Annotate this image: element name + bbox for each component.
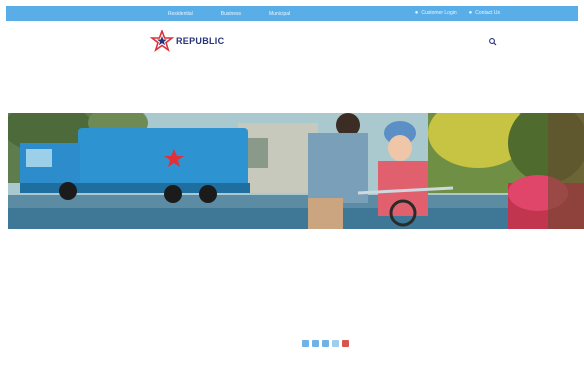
- logo-wordmark: REPUBLIC: [176, 36, 225, 46]
- search-button[interactable]: [487, 35, 499, 47]
- carousel-indicators: [302, 340, 349, 347]
- utility-links: ● Customer Login ● Contact Us: [415, 10, 500, 16]
- carousel-dot[interactable]: [312, 340, 319, 347]
- carousel-dot-active[interactable]: [342, 340, 349, 347]
- star-logo-icon: [150, 30, 174, 52]
- carousel-dot[interactable]: [302, 340, 309, 347]
- contact-us-label: Contact Us: [475, 10, 500, 16]
- contact-us-link[interactable]: ● Contact Us: [469, 10, 500, 16]
- user-icon: ●: [468, 10, 473, 16]
- nav-link-business[interactable]: Business: [221, 11, 241, 17]
- customer-login-link[interactable]: ● Customer Login: [415, 10, 457, 16]
- nav-link-residential[interactable]: Residential: [168, 11, 193, 17]
- lock-icon: ●: [414, 10, 419, 16]
- page: Residential Business Municipal ● Custome…: [0, 0, 584, 374]
- carousel-dot[interactable]: [322, 340, 329, 347]
- primary-nav: Residential Business Municipal: [168, 11, 290, 17]
- republic-logo[interactable]: REPUBLIC: [150, 30, 224, 52]
- search-icon: [489, 38, 497, 46]
- hero-banner-image: [8, 113, 584, 229]
- carousel-dot[interactable]: [332, 340, 339, 347]
- customer-login-label: Customer Login: [421, 10, 457, 16]
- top-utility-bar: Residential Business Municipal ● Custome…: [6, 6, 578, 21]
- nav-link-municipal[interactable]: Municipal: [269, 11, 290, 17]
